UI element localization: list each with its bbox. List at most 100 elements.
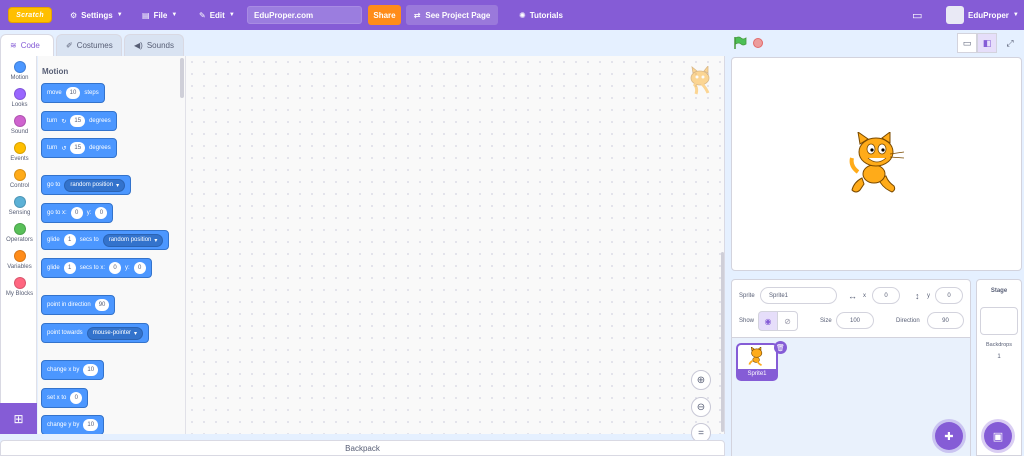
tutorials-menu[interactable]: ✺ Tutorials — [519, 0, 563, 30]
green-flag-icon[interactable] — [733, 36, 747, 50]
block-input[interactable]: 10 — [65, 87, 81, 99]
block-input[interactable]: 0 — [95, 207, 108, 219]
stage-canvas[interactable] — [731, 57, 1022, 271]
project-title-input[interactable]: EduProper.com — [247, 6, 362, 24]
tab-costumes-label: Costumes — [76, 41, 113, 50]
sprite-thumbnail[interactable]: Sprite1 🗑 — [736, 341, 787, 381]
block-turn-right[interactable]: turn ↻ 15 degrees — [41, 111, 117, 131]
trash-icon: 🗑 — [776, 344, 785, 352]
chevron-down-icon: ▾ — [134, 330, 138, 337]
block-input[interactable]: 1 — [63, 234, 76, 246]
category-looks[interactable]: Looks — [1, 88, 38, 108]
block-dropdown[interactable]: random position ▾ — [64, 178, 126, 192]
see-project-page-button[interactable]: ⇄ See Project Page — [406, 5, 498, 25]
block-glide-to[interactable]: glide 1 secs to random position ▾ — [41, 230, 170, 250]
block-input[interactable]: 15 — [70, 142, 86, 154]
y-input[interactable]: 0 — [935, 287, 963, 304]
globe-icon: ⚙ — [70, 10, 78, 20]
block-input[interactable]: 90 — [94, 299, 110, 311]
scratch-logo[interactable]: Scratch — [8, 7, 52, 23]
palette-scrollbar[interactable] — [180, 58, 184, 98]
block-input[interactable]: 15 — [70, 115, 86, 127]
block-text: degrees — [89, 118, 111, 124]
tab-sounds-label: Sounds — [146, 41, 174, 50]
block-point-towards[interactable]: point towards mouse-pointer ▾ — [41, 323, 150, 343]
category-dot — [13, 88, 26, 100]
script-area[interactable] — [186, 56, 725, 434]
block-dropdown[interactable]: mouse-pointer ▾ — [86, 326, 144, 340]
show-label: Show — [739, 318, 755, 324]
my-stuff-folder-icon[interactable]: ▭ — [912, 0, 922, 30]
category-sensing[interactable]: Sensing — [1, 196, 38, 216]
tab-sounds[interactable]: ◀) Sounds — [124, 34, 184, 56]
block-glide-xy[interactable]: glide 1 secs to x: 0 y: 0 — [41, 258, 152, 278]
block-input[interactable]: 10 — [83, 364, 99, 376]
category-events[interactable]: Events — [1, 142, 38, 162]
direction-label: Direction — [896, 318, 920, 324]
show-hidden-button[interactable]: ⊘ — [777, 311, 798, 331]
block-input[interactable]: 0 — [133, 262, 146, 274]
stop-icon[interactable] — [753, 38, 763, 48]
account-menu[interactable]: EduProper ▼ — [968, 0, 1019, 30]
block-point-in-direction[interactable]: point in direction 90 — [41, 295, 116, 315]
cat-sprite[interactable] — [848, 132, 906, 198]
category-label: Variables — [7, 264, 32, 270]
category-my-blocks[interactable]: My Blocks — [1, 277, 38, 297]
category-dot — [13, 196, 26, 208]
choose-sprite-button[interactable]: ✚ — [935, 422, 963, 450]
avatar[interactable] — [946, 6, 964, 24]
block-input[interactable]: 1 — [63, 262, 76, 274]
settings-menu[interactable]: ⚙ Settings ▼ — [70, 0, 123, 30]
category-sound[interactable]: Sound — [1, 115, 38, 135]
delete-sprite-button[interactable]: 🗑 — [774, 341, 787, 354]
edit-menu[interactable]: ✎ Edit ▼ — [199, 0, 235, 30]
file-menu[interactable]: ▤ File ▼ — [142, 0, 177, 30]
script-scrollbar[interactable] — [721, 252, 724, 432]
large-stage-button[interactable]: ◧ — [977, 33, 997, 53]
block-input[interactable]: 0 — [109, 262, 122, 274]
category-dot — [13, 169, 26, 181]
block-text: go to x: — [47, 210, 67, 216]
stage-thumbnail[interactable] — [980, 307, 1018, 335]
category-operators[interactable]: Operators — [1, 223, 38, 243]
block-turn-left[interactable]: turn ↺ 15 degrees — [41, 138, 117, 158]
block-change-y[interactable]: change y by 10 — [41, 415, 105, 434]
backpack[interactable]: Backpack — [0, 440, 725, 456]
stage-panel-title: Stage — [990, 288, 1008, 294]
block-dropdown[interactable]: random position ▾ — [102, 233, 164, 247]
block-input[interactable]: 0 — [70, 207, 83, 219]
sprite-name-label: Sprite — [739, 293, 755, 299]
category-control[interactable]: Control — [1, 169, 38, 189]
small-stage-button[interactable]: ▭ — [957, 33, 977, 53]
block-go-to-xy[interactable]: go to x: 0 y: 0 — [41, 203, 114, 223]
category-variables[interactable]: Variables — [1, 250, 38, 270]
sprite-name-input[interactable]: Sprite1 — [760, 287, 837, 304]
block-go-to[interactable]: go to random position ▾ — [41, 175, 132, 195]
block-move-steps[interactable]: move 10 steps — [41, 83, 105, 103]
category-dot — [13, 277, 26, 289]
choose-backdrop-button[interactable]: ▣ — [984, 422, 1012, 450]
x-input[interactable]: 0 — [872, 287, 900, 304]
share-button[interactable]: Share — [368, 5, 401, 25]
show-visible-button[interactable]: ◉ — [758, 311, 778, 331]
tab-code[interactable]: ≋ Code — [0, 34, 54, 56]
chevron-down-icon: ▾ — [116, 182, 120, 189]
category-dot — [13, 61, 26, 73]
block-text: change y by — [47, 422, 80, 428]
username: EduProper — [968, 10, 1009, 20]
block-change-x[interactable]: change x by 10 — [41, 360, 105, 380]
code-icon: ≋ — [10, 41, 17, 50]
image-plus-icon: ▣ — [992, 430, 1004, 443]
zoom-out-button[interactable]: ⊖ — [691, 397, 711, 417]
block-input[interactable]: 10 — [83, 419, 99, 431]
add-extension-button[interactable]: ⊞ — [0, 403, 37, 434]
direction-input[interactable]: 90 — [927, 312, 964, 329]
tab-costumes[interactable]: ✐ Costumes — [56, 34, 122, 56]
eye-icon: ◉ — [764, 316, 772, 326]
block-input[interactable]: 0 — [70, 392, 83, 404]
size-input[interactable]: 100 — [836, 312, 874, 329]
block-set-x[interactable]: set x to 0 — [41, 388, 89, 408]
fullscreen-button[interactable]: ⤢ — [1000, 33, 1020, 53]
zoom-in-button[interactable]: ⊕ — [691, 370, 711, 390]
category-motion[interactable]: Motion — [1, 61, 38, 81]
